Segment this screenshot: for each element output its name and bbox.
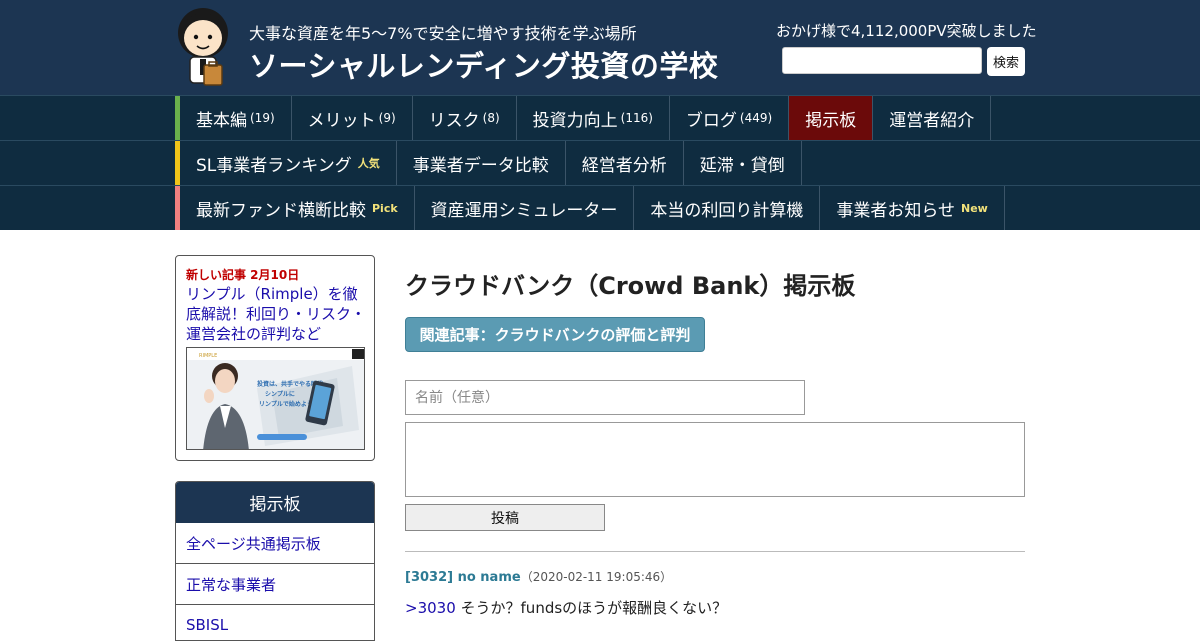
nav-item-simulator[interactable]: 資産運用シミュレーター: [415, 186, 635, 230]
nav-item-basics[interactable]: 基本編 (19): [180, 96, 292, 140]
nav-item-news[interactable]: 事業者お知らせ New: [820, 186, 1005, 230]
nav-row-1: 基本編 (19) メリット (9) リスク (8) 投資力向上 (116) ブログ (44…: [0, 95, 1200, 140]
new-badge: New: [961, 201, 988, 215]
comment-textarea[interactable]: [405, 422, 1025, 497]
board-link-normal-operators[interactable]: 正常な事業者: [176, 564, 374, 605]
comment-author: [3032] no name: [405, 570, 521, 585]
nav-item-executive-analysis[interactable]: 経営者分析: [566, 141, 684, 185]
thumb-brand-text: RIMPLE: [199, 353, 217, 359]
thumb-line-2: シンプルに: [265, 390, 295, 398]
nav-item-yield-calculator[interactable]: 本当の利回り計算機: [634, 186, 821, 230]
new-post-label: 新しい記事 2月10日: [186, 268, 300, 282]
nav-item-defaults[interactable]: 延滞・貸倒: [684, 141, 802, 185]
search-input[interactable]: [782, 47, 982, 74]
new-post-widget: 新しい記事 2月10日 リンプル（Rimple）を徹底解説！利回り・リスク・運営…: [175, 255, 375, 461]
nav-item-board[interactable]: 掲示板: [789, 96, 874, 140]
board-heading: 掲示板: [176, 482, 374, 523]
pick-badge: Pick: [372, 201, 398, 215]
site-title[interactable]: ソーシャルレンディング投資の学校: [249, 43, 718, 85]
related-article-button[interactable]: 関連記事：クラウドバンクの評価と評判: [405, 317, 705, 352]
mascot-logo-icon[interactable]: [176, 7, 232, 87]
nav-row-3: 最新ファンド横断比較 Pick 資産運用シミュレーター 本当の利回り計算機 事業者…: [0, 185, 1200, 230]
nav-item-skill-up[interactable]: 投資力向上 (116): [517, 96, 670, 140]
name-input[interactable]: [405, 380, 805, 415]
nav-row-2: SL事業者ランキング 人気 事業者データ比較 経営者分析 延滞・貸倒: [0, 140, 1200, 185]
new-post-thumbnail[interactable]: RIMPLE 投資は、共手でやる時代 シンプルに リンプルで始めよう。: [186, 347, 365, 450]
nav-item-data-compare[interactable]: 事業者データ比較: [397, 141, 566, 185]
new-post-link[interactable]: リンプル（Rimple）を徹底解説！利回り・リスク・運営会社の評判など: [186, 284, 366, 344]
board-widget: 掲示板 全ページ共通掲示板 正常な事業者 SBISL: [175, 481, 375, 641]
comment-body: >3030 そうか？fundsのほうが報酬良くない？: [405, 597, 727, 618]
site-tagline: 大事な資産を年5～7%で安全に増やす技術を学ぶ場所: [249, 24, 637, 43]
reply-reference-link[interactable]: >3030: [405, 599, 456, 617]
nav-item-ranking[interactable]: SL事業者ランキング 人気: [180, 141, 397, 185]
board-link-sbisl[interactable]: SBISL: [176, 605, 374, 640]
nav-item-risks[interactable]: リスク (8): [413, 96, 517, 140]
board-link-common[interactable]: 全ページ共通掲示板: [176, 523, 374, 564]
popular-badge: 人気: [357, 157, 380, 170]
nav-item-fund-compare[interactable]: 最新ファンド横断比較 Pick: [180, 186, 415, 230]
pv-notice: おかげ様で4,112,000PV突破しました: [776, 22, 1037, 40]
nav-item-blog[interactable]: ブログ (449): [670, 96, 790, 140]
page-title: クラウドバンク（Crowd Bank）掲示板: [405, 272, 856, 300]
comment-date: （2020-02-11 19:05:46）: [520, 570, 673, 584]
nav-item-about[interactable]: 運営者紹介: [873, 96, 992, 140]
post-button[interactable]: 投稿: [405, 504, 605, 531]
search-button[interactable]: 検索: [987, 47, 1025, 76]
site-header: 大事な資産を年5～7%で安全に増やす技術を学ぶ場所 ソーシャルレンディング投資の…: [0, 0, 1200, 95]
nav-item-merits[interactable]: メリット (9): [292, 96, 413, 140]
comment-divider: [405, 551, 1025, 552]
comment-meta: [3032] no name（2020-02-11 19:05:46）: [405, 566, 672, 585]
comment-text: そうか？fundsのほうが報酬良くない？: [460, 599, 728, 617]
